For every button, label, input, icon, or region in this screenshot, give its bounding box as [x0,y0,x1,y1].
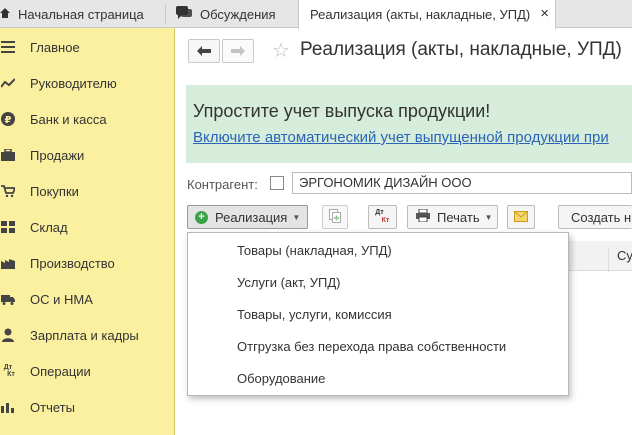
table-header: Су [568,241,632,272]
back-button[interactable] [188,39,220,63]
page-title: Реализация (акты, накладные, УПД) [300,39,622,60]
promo-banner: Упростите учет выпуска продукции! Включи… [186,85,632,163]
postings-button[interactable]: Дт Кт [368,205,397,229]
print-label: Печать [437,209,480,225]
truck-icon [0,291,16,307]
tab-label: Реализация (акты, накладные, УПД) [310,7,531,22]
banner-link[interactable]: Включите автоматический учет выпущенной … [193,129,609,146]
sidebar-item-bank[interactable]: ₽ Банк и касса [0,105,175,133]
arrow-right-icon [231,43,245,59]
favorite-star-icon[interactable]: ☆ [272,38,290,63]
tab-home[interactable]: Начальная страница [0,0,163,28]
realization-dropdown-menu: Товары (накладная, УПД) Услуги (акт, УПД… [187,232,569,396]
sidebar-item-label: Склад [30,219,68,235]
svg-text:₽: ₽ [5,115,12,126]
dt-kt-icon: Дт Кт [375,209,389,225]
sidebar-item-warehouse[interactable]: Склад [0,213,175,241]
menu-item-equipment[interactable]: Оборудование [237,371,325,386]
tab-discussions[interactable]: Обсуждения [176,0,296,28]
chevron-down-icon: ▼ [292,212,301,222]
person-icon [0,327,16,343]
counterparty-field[interactable]: ЭРГОНОМИК ДИЗАЙН ООО [292,172,632,194]
sidebar-item-purchases[interactable]: Покупки [0,177,175,205]
close-icon[interactable]: × [540,5,549,22]
sidebar-item-label: Операции [30,363,91,379]
envelope-icon [514,210,528,225]
sidebar-item-label: Покупки [30,183,79,199]
cart-icon [0,183,16,199]
create-label: Создать н [571,209,632,225]
bar-chart-icon [0,399,16,415]
create-based-on-button[interactable]: Создать н [558,205,632,229]
sidebar-item-sales[interactable]: Продажи [0,141,175,169]
sidebar-item-salary[interactable]: Зарплата и кадры [0,321,175,349]
chat-icon [176,5,192,23]
sidebar-item-label: Производство [30,255,115,271]
sidebar: Главное Руководителю ₽ Банк и касса Прод… [0,28,175,435]
menu-item-shipment-without-transfer[interactable]: Отгрузка без перехода права собственност… [237,339,506,354]
tab-divider [165,4,166,24]
counterparty-checkbox[interactable] [270,176,284,190]
realization-label: Реализация [215,209,288,225]
dt-label: Дт [375,209,384,216]
home-icon [0,7,10,22]
plus-icon: + [195,210,208,224]
warehouse-icon [0,219,16,235]
send-email-button[interactable] [507,205,535,229]
realization-create-button[interactable]: + Реализация ▼ [187,205,308,229]
sidebar-item-label: Отчеты [30,399,75,415]
print-button[interactable]: Печать ▼ [407,205,498,229]
ruble-icon: ₽ [0,111,16,127]
forward-button[interactable] [222,39,254,63]
column-header-sum[interactable]: Су [608,248,632,272]
tab-realization[interactable]: Реализация (акты, накладные, УПД) × [298,0,556,29]
sidebar-item-label: ОС и НМА [30,291,93,307]
sidebar-item-main[interactable]: Главное [0,33,175,61]
sidebar-item-assets[interactable]: ОС и НМА [0,285,175,313]
tab-label: Начальная страница [18,6,144,22]
sidebar-item-label: Банк и касса [30,111,107,127]
printer-icon [416,208,430,225]
menu-icon [0,39,16,55]
banner-title: Упростите учет выпуска продукции! [193,101,491,121]
sidebar-item-label: Продажи [30,147,85,163]
tab-bar: Начальная страница Обсуждения Реализация… [0,0,632,29]
sidebar-item-label: Главное [30,39,80,55]
counterparty-label: Контрагент: [187,177,258,192]
copy-button[interactable] [322,205,348,229]
dt-kt-icon: Дт Кт [3,364,15,378]
sidebar-item-reports[interactable]: Отчеты [0,393,175,421]
sidebar-item-manager[interactable]: Руководителю [0,69,175,97]
sidebar-item-label: Зарплата и кадры [30,327,139,343]
tab-label: Обсуждения [200,6,276,22]
briefcase-icon [0,147,16,163]
menu-item-services[interactable]: Услуги (акт, УПД) [237,275,340,290]
sidebar-item-production[interactable]: Производство [0,249,175,277]
arrow-left-icon [197,43,211,59]
kt-label: Кт [381,217,390,224]
sidebar-item-operations[interactable]: Дт Кт Операции [0,357,175,385]
copy-icon [329,208,341,226]
sidebar-item-label: Руководителю [30,75,117,91]
trend-icon [0,75,16,91]
chevron-down-icon: ▼ [484,212,493,222]
menu-item-goods-services-commission[interactable]: Товары, услуги, комиссия [237,307,392,322]
menu-item-goods[interactable]: Товары (накладная, УПД) [237,243,392,258]
factory-icon [0,255,16,271]
